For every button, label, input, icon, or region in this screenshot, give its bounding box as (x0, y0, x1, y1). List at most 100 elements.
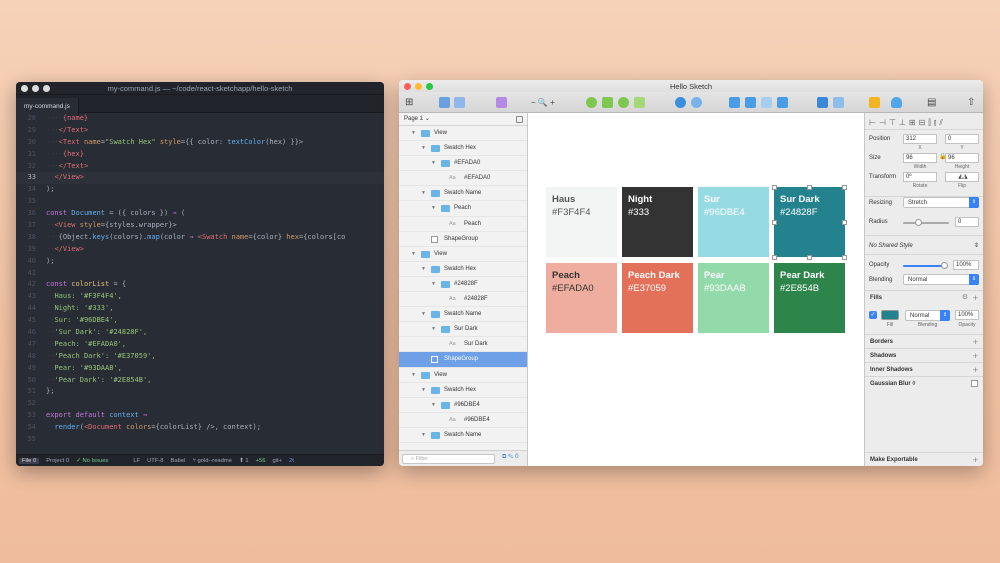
disclosure-triangle-icon[interactable]: ▼ (421, 307, 426, 322)
add-inner-shadow-icon[interactable]: + (973, 363, 978, 377)
shadows-section[interactable]: Shadows + (865, 348, 983, 362)
disclosure-triangle-icon[interactable]: ▼ (421, 428, 426, 443)
code-line[interactable]: 38 ···{Object.keys(colors).map(color ⇒ <S… (16, 232, 384, 244)
layer-row[interactable]: ▼ Swatch Name (399, 428, 527, 443)
create-symbol-button[interactable] (496, 95, 507, 109)
disclosure-triangle-icon[interactable]: ▼ (431, 398, 436, 413)
selection-handle[interactable] (842, 185, 847, 190)
fill-blending-select[interactable]: Normal ⇕ (905, 310, 950, 321)
selection-handle[interactable] (772, 255, 777, 260)
layer-row[interactable]: Aa #EFADA0 (399, 171, 527, 187)
disclosure-triangle-icon[interactable]: ▼ (431, 201, 436, 216)
code-line[interactable]: 41 (16, 268, 384, 280)
union-button[interactable] (729, 95, 740, 109)
radius-slider[interactable] (903, 219, 949, 226)
add-shadow-icon[interactable]: + (973, 349, 978, 363)
status-project[interactable]: Project 0 (46, 458, 69, 464)
code-line[interactable]: 29 ···</Text> (16, 125, 384, 137)
code-line[interactable]: 49 ··Pear: '#93DAAB', (16, 363, 384, 375)
layer-row[interactable]: ▼ Sur Dark (399, 322, 527, 338)
blending-select[interactable]: Normal ⇕ (903, 274, 979, 285)
add-fill-icon[interactable]: + (973, 291, 978, 305)
code-line[interactable]: 31 ····{hex} (16, 149, 384, 161)
layer-row[interactable]: ▼ View (399, 368, 527, 383)
code-line[interactable]: 45 ··Sur: '#96DBE4', (16, 315, 384, 327)
selection-handle[interactable] (772, 220, 777, 225)
gear-icon[interactable]: ⚙ (962, 291, 968, 305)
disclosure-triangle-icon[interactable]: ▼ (431, 277, 436, 292)
code-line[interactable]: 47 ··Peach: '#EFADA0', (16, 339, 384, 351)
radius-slider-knob[interactable] (915, 219, 922, 226)
radius-input[interactable]: 0 (955, 217, 979, 227)
layer-row[interactable]: Aa #24828F (399, 292, 527, 308)
width-input[interactable]: 96 (903, 153, 937, 163)
scale-button[interactable] (691, 95, 702, 109)
code-line[interactable]: 48 ··'Peach Dark': '#E37059', (16, 351, 384, 363)
disclosure-triangle-icon[interactable]: ▼ (431, 156, 436, 171)
disclosure-triangle-icon[interactable]: ▼ (411, 368, 416, 383)
status-file[interactable]: File 0 (19, 457, 40, 464)
alignment-bar[interactable]: ⊢⊣⊤⊥⊞⊟⫿⫾⫽ (865, 116, 983, 130)
layer-row[interactable]: ▼ View (399, 126, 527, 142)
layer-row[interactable]: ▼ Swatch Name (399, 186, 527, 202)
disclosure-triangle-icon[interactable]: ▼ (411, 247, 416, 262)
status-branch[interactable]: ⑂ gold--readme (192, 458, 232, 464)
selection-handle[interactable] (842, 220, 847, 225)
swatch[interactable]: Sur #96DBE4 (698, 187, 769, 257)
status-grammar[interactable]: Babel (171, 458, 186, 464)
resizing-select[interactable]: Stretch ⇕ (903, 197, 979, 208)
selection-handle[interactable] (807, 185, 812, 190)
swatch[interactable]: Peach #EFADA0 (546, 263, 617, 333)
add-export-icon[interactable]: + (973, 453, 978, 466)
code-area[interactable]: 28 ····{name} 29 ···</Text> 30 ···<Text name=… (16, 113, 384, 454)
insert-button[interactable]: ⊞ (405, 95, 413, 109)
shared-style-select[interactable]: No Shared Style ⇕ (865, 235, 983, 255)
disclosure-triangle-icon[interactable]: ▼ (421, 262, 426, 277)
artboard-canvas[interactable]: Haus #F3F4F4 Night #333 Sur #96DBE4 Sur Dark #2… (528, 113, 864, 466)
page-selector[interactable]: Page 1 ⌄ (399, 113, 527, 126)
filter-input[interactable]: ⌕ Filter (402, 454, 495, 464)
intersect-button[interactable] (761, 95, 772, 109)
transform-button[interactable] (602, 95, 613, 109)
gaussian-blur-section[interactable]: Gaussian Blur ◊ (865, 376, 983, 390)
mask-button[interactable] (675, 95, 686, 109)
code-line[interactable]: 50 ··'Pear Dark': '#2E854B', (16, 375, 384, 387)
layer-row[interactable]: ▼ Swatch Hex (399, 262, 527, 277)
layer-row[interactable]: ShapeGroup (399, 352, 527, 368)
layer-row[interactable]: ▼ #24828F (399, 277, 527, 293)
layer-row[interactable]: ▼ View (399, 247, 527, 262)
subtract-button[interactable] (745, 95, 756, 109)
layer-row[interactable]: ▼ #96DBE4 (399, 398, 527, 413)
disclosure-triangle-icon[interactable]: ▼ (431, 322, 436, 337)
group-button[interactable] (439, 95, 450, 109)
layer-row[interactable]: ▼ Swatch Name (399, 307, 527, 323)
layer-row[interactable]: Aa Sur Dark (399, 337, 527, 353)
layer-row[interactable]: ▼ Peach (399, 201, 527, 217)
status-encoding[interactable]: UTF-8 (147, 458, 163, 464)
layer-row[interactable]: Aa #96DBE4 (399, 413, 527, 428)
borders-section[interactable]: Borders + (865, 334, 983, 348)
opacity-slider-knob[interactable] (941, 262, 948, 269)
code-line[interactable]: 46 ··'Sur Dark': '#24828F', (16, 327, 384, 339)
swatch[interactable]: Night #333 (622, 187, 693, 257)
code-line[interactable]: 39 ··</View> (16, 244, 384, 256)
selection-handle[interactable] (772, 185, 777, 190)
zoom-control[interactable]: − 🔍 + (531, 95, 555, 109)
code-line[interactable]: 51}; (16, 386, 384, 398)
rotate-button[interactable] (618, 95, 629, 109)
code-line[interactable]: 40); (16, 256, 384, 268)
flip-buttons[interactable]: ◭◮ (945, 172, 979, 182)
rotate-input[interactable]: 0º (903, 172, 937, 182)
status-git[interactable]: git+ (272, 458, 282, 464)
code-line[interactable]: 53 export default context ⇒ (16, 410, 384, 422)
code-line[interactable]: 32 ···</Text> (16, 161, 384, 173)
status-issues[interactable]: ✓ No Issues (76, 458, 108, 464)
selection-handle[interactable] (842, 255, 847, 260)
fill-opacity-input[interactable]: 100% (955, 310, 979, 320)
swatch[interactable]: Haus #F3F4F4 (546, 187, 617, 257)
code-line[interactable]: 54 ··render(<Document colors={colorList} … (16, 422, 384, 434)
layer-row[interactable]: ▼ Swatch Hex (399, 383, 527, 398)
position-y-input[interactable]: 0 (945, 134, 979, 144)
cloud-button[interactable] (891, 95, 902, 109)
swatch[interactable]: Sur Dark #24828F (774, 187, 845, 257)
